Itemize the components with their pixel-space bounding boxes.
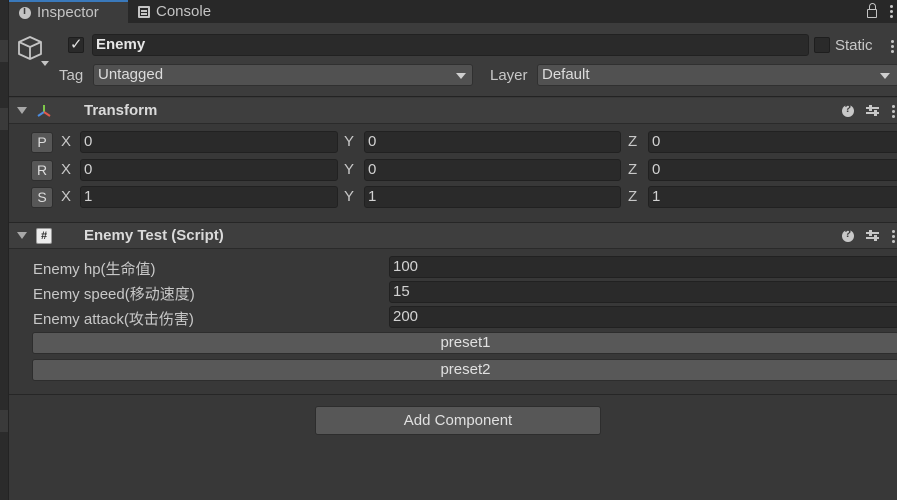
axis-label: X xyxy=(61,188,72,205)
kebab-menu-icon[interactable] xyxy=(889,5,893,18)
enemy-speed-field[interactable]: 15 xyxy=(389,281,897,303)
axis-label: X xyxy=(61,161,72,178)
scale-button[interactable]: S xyxy=(31,187,53,208)
console-icon xyxy=(138,5,150,18)
rotation-z-field[interactable]: 0 xyxy=(648,159,897,181)
static-label: Static xyxy=(835,37,873,54)
tab-tools xyxy=(867,0,897,23)
component-title: Transform xyxy=(84,102,158,119)
gameobject-header: Enemy Static Tag Untagged Layer Default xyxy=(9,23,897,97)
add-component-button[interactable]: Add Component xyxy=(315,406,601,435)
tag-value: Untagged xyxy=(98,66,164,83)
axis-label: X xyxy=(61,133,72,150)
help-icon[interactable] xyxy=(842,228,854,242)
position-x-field[interactable]: 0 xyxy=(80,131,338,153)
active-checkbox[interactable] xyxy=(68,35,84,53)
scale-z-field[interactable]: 1 xyxy=(648,186,897,208)
scale-y-field[interactable]: 1 xyxy=(364,186,621,208)
left-panel-edge xyxy=(0,0,9,500)
kebab-menu-icon[interactable] xyxy=(891,104,895,118)
left-panel-mark xyxy=(0,40,8,62)
layer-dropdown[interactable]: Default xyxy=(537,64,897,86)
presets-icon[interactable] xyxy=(866,105,879,117)
rotation-button[interactable]: R xyxy=(31,160,53,181)
enemy-hp-field[interactable]: 100 xyxy=(389,256,897,278)
icon-dropdown-arrow[interactable] xyxy=(41,61,49,66)
position-button[interactable]: P xyxy=(31,132,53,153)
preset1-button[interactable]: preset1 xyxy=(32,332,897,354)
property-label: Enemy attack(攻击伤害) xyxy=(33,311,194,328)
axis-label: Z xyxy=(628,188,638,205)
divider xyxy=(9,394,897,395)
rotation-y-field[interactable]: 0 xyxy=(364,159,621,181)
tab-console-label: Console xyxy=(156,3,212,20)
script-icon: # xyxy=(36,228,52,244)
axis-label: Y xyxy=(344,133,355,150)
tab-inspector[interactable]: Inspector xyxy=(9,0,128,23)
preset2-button[interactable]: preset2 xyxy=(32,359,897,381)
layer-value: Default xyxy=(542,66,590,83)
foldout-arrow-icon[interactable] xyxy=(17,107,27,114)
layer-label: Layer xyxy=(490,67,528,84)
name-field[interactable]: Enemy xyxy=(92,34,809,56)
rotation-x-field[interactable]: 0 xyxy=(80,159,338,181)
position-y-field[interactable]: 0 xyxy=(364,131,621,153)
lock-icon[interactable] xyxy=(867,3,877,18)
transform-header[interactable]: Transform xyxy=(9,98,897,124)
tab-inspector-label: Inspector xyxy=(37,4,99,21)
property-label: Enemy hp(生命值) xyxy=(33,261,156,278)
component-tools xyxy=(842,98,897,124)
info-icon xyxy=(19,5,31,19)
left-panel-mark xyxy=(0,108,8,130)
kebab-menu-icon[interactable] xyxy=(891,229,895,243)
position-z-field[interactable]: 0 xyxy=(648,131,897,153)
enemy-attack-field[interactable]: 200 xyxy=(389,306,897,328)
static-dropdown-icon[interactable] xyxy=(890,40,894,53)
tab-console[interactable]: Console xyxy=(128,0,238,23)
foldout-arrow-icon[interactable] xyxy=(17,232,27,239)
transform-icon xyxy=(37,105,51,117)
axis-label: Y xyxy=(344,188,355,205)
axis-label: Y xyxy=(344,161,355,178)
property-label: Enemy speed(移动速度) xyxy=(33,286,195,303)
scale-x-field[interactable]: 1 xyxy=(80,186,338,208)
cube-icon[interactable] xyxy=(17,35,43,61)
axis-label: Z xyxy=(628,133,638,150)
axis-label: Z xyxy=(628,161,638,178)
inspector-panel: Inspector Console Enemy Static Tag Untag… xyxy=(9,0,897,500)
tag-dropdown[interactable]: Untagged xyxy=(93,64,473,86)
chevron-down-icon xyxy=(456,73,466,79)
chevron-down-icon xyxy=(880,73,890,79)
component-title: Enemy Test (Script) xyxy=(84,227,224,244)
tag-label: Tag xyxy=(59,67,84,84)
script-header[interactable]: # Enemy Test (Script) xyxy=(9,223,897,249)
tab-bar: Inspector Console xyxy=(9,0,897,23)
component-tools xyxy=(842,223,897,249)
left-panel-mark xyxy=(0,410,8,432)
static-checkbox[interactable] xyxy=(814,37,830,53)
help-icon[interactable] xyxy=(842,103,854,117)
presets-icon[interactable] xyxy=(866,230,879,242)
